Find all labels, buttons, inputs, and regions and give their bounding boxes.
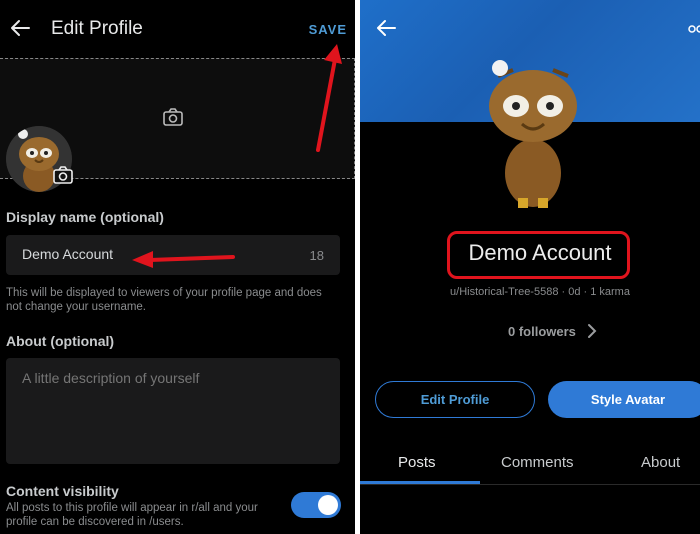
toggle-knob	[318, 495, 338, 515]
about-label: About (optional)	[6, 333, 115, 349]
snoo-owl-avatar	[489, 60, 577, 208]
back-arrow-icon[interactable]	[374, 16, 398, 40]
display-name-label: Display name (optional)	[6, 209, 164, 225]
annotation-arrow-left	[132, 251, 235, 268]
share-icon[interactable]	[688, 20, 700, 38]
tabs-divider	[360, 484, 700, 485]
tab-posts[interactable]: Posts	[398, 454, 436, 471]
profile-screen: Demo Account u/Historical-Tree-5588 · 0d…	[360, 0, 700, 534]
profile-meta: u/Historical-Tree-5588 · 0d · 1 karma	[450, 286, 630, 298]
character-count: 18	[309, 248, 324, 263]
style-avatar-button[interactable]: Style Avatar	[548, 381, 700, 418]
followers-link[interactable]: 0 followers	[508, 324, 576, 339]
profile-display-name: Demo Account	[468, 240, 612, 265]
edit-profile-topbar: Edit Profile SAVE	[0, 0, 355, 58]
edit-profile-screen: Edit Profile SAVE Display name (optional…	[0, 0, 355, 534]
content-visibility-helper: All posts to this profile will appear in…	[6, 502, 258, 528]
about-textarea[interactable]	[22, 370, 322, 450]
tab-about[interactable]: About	[641, 454, 680, 471]
display-name-helper: This will be displayed to viewers of you…	[6, 287, 322, 313]
annotation-arrow-up	[316, 44, 342, 152]
chevron-right-icon[interactable]	[586, 323, 598, 339]
save-button[interactable]: SAVE	[309, 22, 347, 37]
camera-icon[interactable]	[162, 107, 184, 127]
content-visibility-toggle[interactable]	[291, 492, 341, 518]
about-field[interactable]	[6, 358, 340, 464]
camera-icon[interactable]	[52, 165, 74, 185]
back-arrow-icon[interactable]	[8, 16, 32, 40]
tab-comments[interactable]: Comments	[501, 454, 574, 471]
content-visibility-label: Content visibility	[6, 483, 119, 499]
edit-profile-button[interactable]: Edit Profile	[375, 381, 535, 418]
page-title: Edit Profile	[51, 18, 143, 39]
